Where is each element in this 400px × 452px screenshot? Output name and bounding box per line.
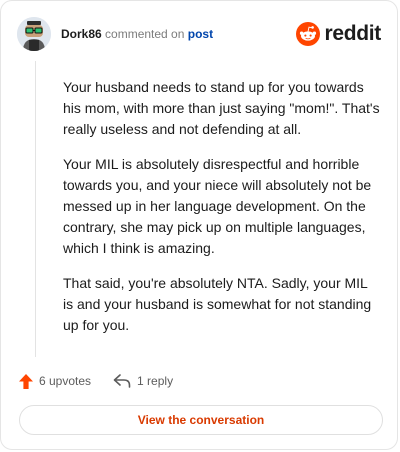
reply-arrow-icon [113, 374, 131, 388]
user-avatar[interactable] [17, 17, 51, 51]
comment-paragraph: That said, you're absolutely NTA. Sadly,… [63, 275, 372, 333]
byline: Dork86 commented on post [61, 27, 213, 41]
post-link[interactable]: post [188, 27, 213, 41]
comment-paragraph: Your husband needs to stand up for you t… [63, 79, 380, 137]
username[interactable]: Dork86 [61, 27, 102, 41]
reddit-alien-icon [296, 22, 321, 46]
reply-button[interactable]: 1 reply [113, 374, 173, 388]
action-text: commented on [105, 27, 185, 41]
comment-actions: 6 upvotes 1 reply [19, 371, 195, 391]
upvote-arrow-icon [19, 373, 33, 389]
comment-card: Dork86 commented on post reddit Your hus… [0, 0, 398, 450]
comment-body: Your husband needs to stand up for you t… [63, 77, 381, 351]
thread-line [35, 61, 36, 357]
upvote-count: 6 upvotes [39, 374, 92, 388]
upvote-button[interactable]: 6 upvotes [19, 373, 92, 389]
comment-header: Dork86 commented on post reddit [17, 17, 381, 51]
reddit-logo[interactable]: reddit [296, 20, 381, 48]
view-conversation-button[interactable]: View the conversation [19, 405, 383, 435]
comment-paragraph: Your MIL is absolutely disrespectful and… [63, 156, 372, 256]
reply-count: 1 reply [137, 374, 174, 388]
avatar-image [17, 17, 51, 51]
reddit-wordmark: reddit [324, 22, 381, 45]
